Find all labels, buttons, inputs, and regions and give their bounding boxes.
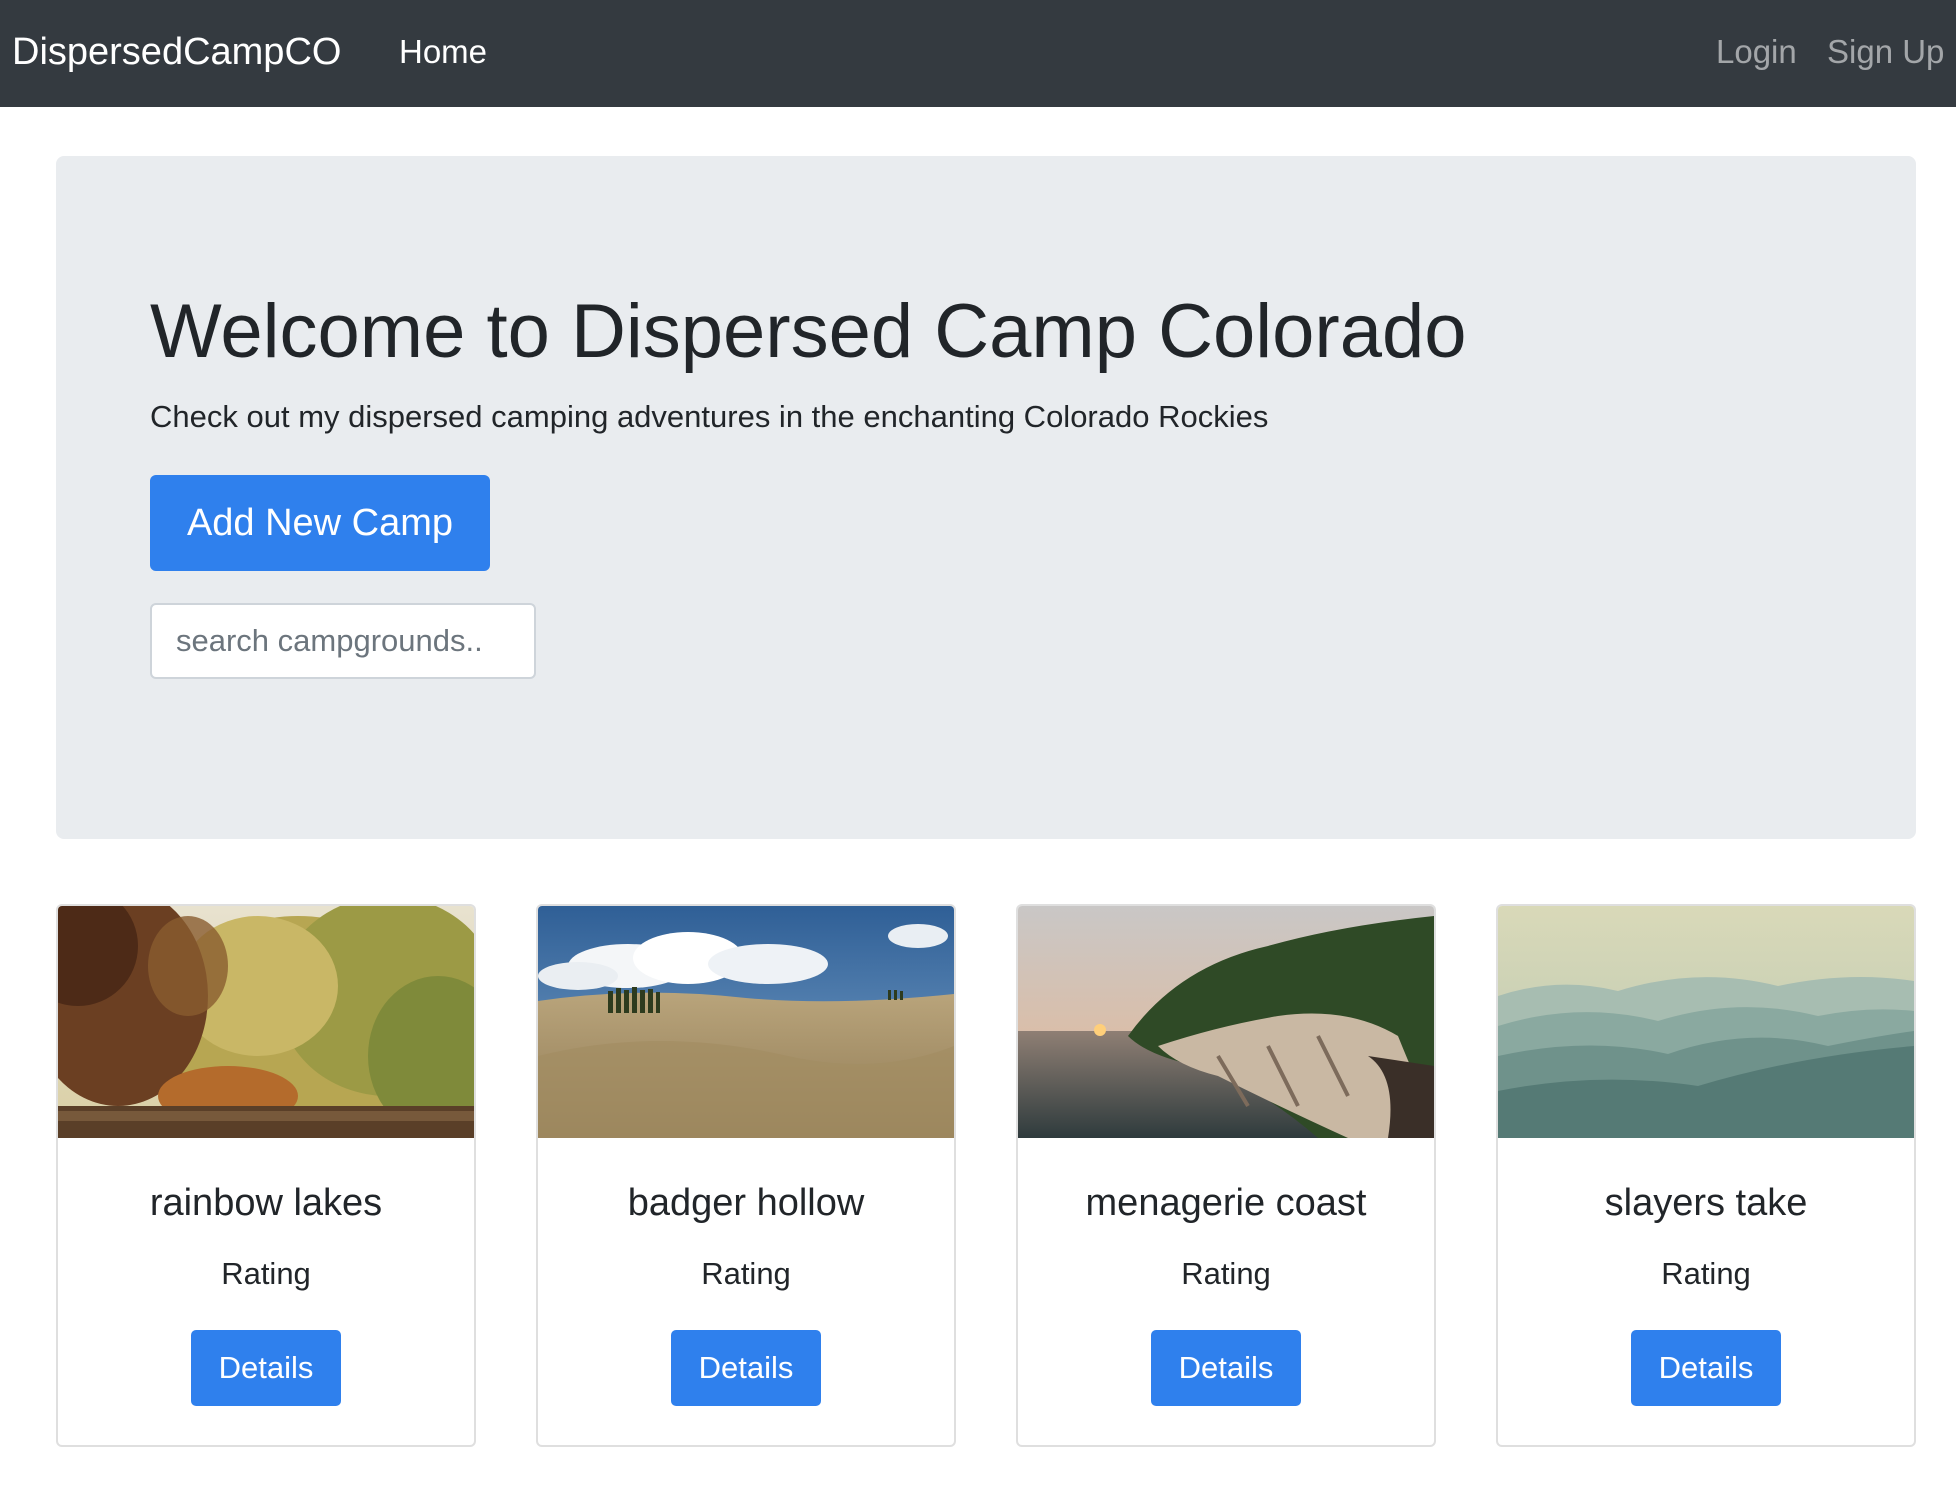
nav-home-link[interactable]: Home: [399, 32, 487, 72]
misty-mountains-photo: [1498, 906, 1914, 1138]
nav-login-link[interactable]: Login: [1716, 32, 1797, 72]
details-button[interactable]: Details: [1151, 1330, 1301, 1406]
rolling-hills-cypress-photo: [538, 906, 954, 1138]
nav-signup-link[interactable]: Sign Up: [1827, 32, 1944, 72]
card-title: badger hollow: [627, 1182, 865, 1224]
card-rating-label: Rating: [221, 1256, 311, 1291]
card-title: slayers take: [1604, 1182, 1808, 1224]
details-button[interactable]: Details: [671, 1330, 821, 1406]
coastal-cliff-sunset-photo: [1018, 906, 1434, 1138]
hero-lead-text: Check out my dispersed camping adventure…: [150, 399, 1269, 434]
page-title: Welcome to Dispersed Camp Colorado: [150, 289, 1467, 374]
navbar: DispersedCampCO Home Login Sign Up: [0, 0, 1956, 107]
campground-card: badger hollow Rating Details: [536, 904, 956, 1447]
hero-jumbotron: Welcome to Dispersed Camp Colorado Check…: [56, 156, 1916, 839]
card-rating-label: Rating: [1181, 1256, 1271, 1291]
card-rating-label: Rating: [1661, 1256, 1751, 1291]
details-button[interactable]: Details: [1631, 1330, 1781, 1406]
card-rating-label: Rating: [701, 1256, 791, 1291]
card-title: rainbow lakes: [149, 1182, 383, 1224]
add-new-camp-button[interactable]: Add New Camp: [150, 475, 490, 571]
card-title: menagerie coast: [1085, 1182, 1367, 1224]
campground-card: slayers take Rating Details: [1496, 904, 1916, 1447]
search-input[interactable]: [150, 603, 536, 679]
campground-card: menagerie coast Rating Details: [1016, 904, 1436, 1447]
details-button[interactable]: Details: [191, 1330, 341, 1406]
brand-link[interactable]: DispersedCampCO: [12, 29, 341, 75]
autumn-forest-river-photo: [58, 906, 474, 1138]
campground-card: rainbow lakes Rating Details: [56, 904, 476, 1447]
